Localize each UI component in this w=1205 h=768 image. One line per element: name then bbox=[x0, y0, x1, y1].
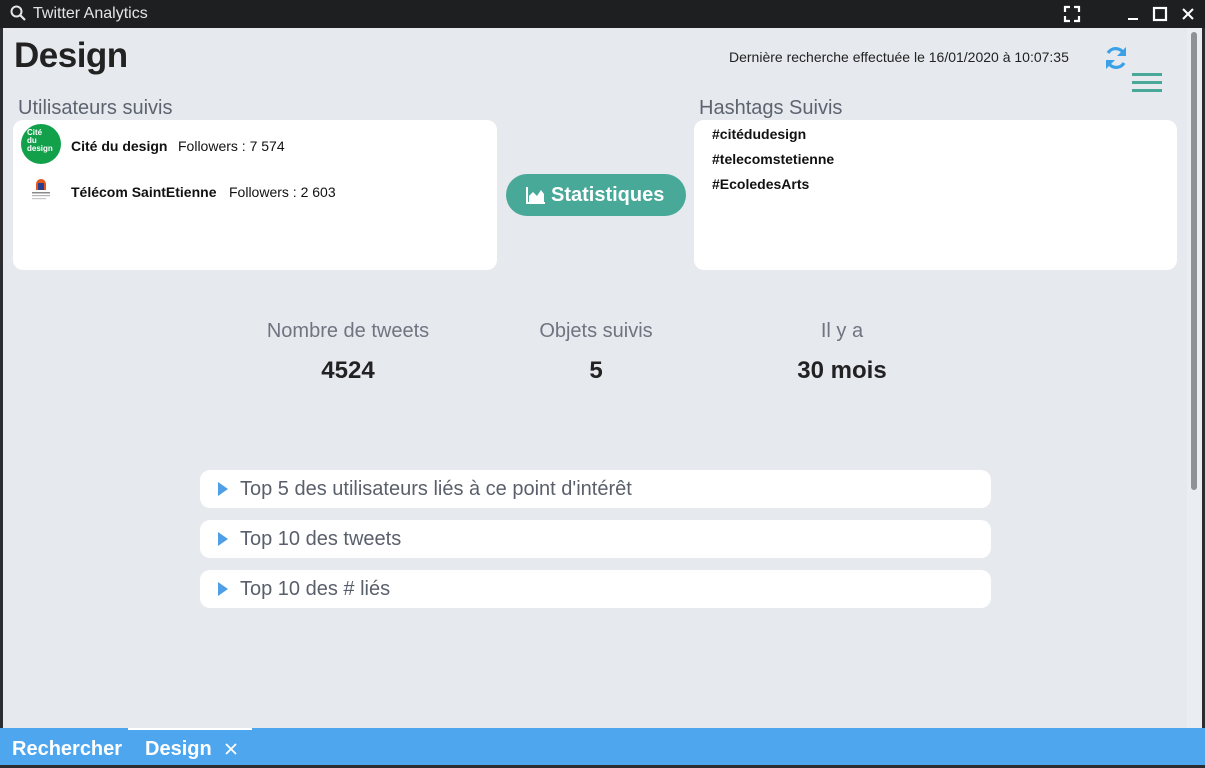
accordion-label: Top 10 des # liés bbox=[240, 578, 391, 600]
close-icon[interactable] bbox=[1178, 4, 1198, 24]
user-followers: Followers : 2 603 bbox=[229, 184, 336, 200]
statistics-button[interactable]: Statistiques bbox=[506, 174, 686, 216]
fullscreen-icon[interactable] bbox=[1062, 4, 1082, 24]
search-icon[interactable] bbox=[10, 5, 26, 21]
tab-label: Design bbox=[145, 738, 212, 760]
user-followers: Followers : 7 574 bbox=[178, 138, 285, 154]
avatar: Cité du design bbox=[21, 124, 61, 164]
window-border bbox=[0, 28, 3, 728]
kpi-objects-label: Objets suivis bbox=[539, 320, 653, 342]
minimize-icon[interactable] bbox=[1123, 4, 1143, 24]
kpi-tweets-value: 4524 bbox=[321, 357, 375, 384]
user-item-telecom-saintetienne[interactable]: Télécom SaintEtienne Followers : 2 603 bbox=[21, 170, 491, 210]
kpi-age-label: Il y a bbox=[820, 320, 864, 342]
accordion-top5-users[interactable]: Top 5 des utilisateurs liés à ce point d… bbox=[200, 470, 991, 508]
window-titlebar: Twitter Analytics bbox=[0, 0, 1205, 28]
expand-arrow-icon bbox=[218, 482, 228, 496]
page-title: Design bbox=[14, 36, 128, 75]
hamburger-menu-icon[interactable] bbox=[1132, 72, 1162, 94]
accordion-label: Top 5 des utilisateurs liés à ce point d… bbox=[240, 478, 632, 500]
avatar-text: design bbox=[27, 144, 53, 153]
user-item-cite-du-design[interactable]: Cité du design Cité du design Followers … bbox=[21, 124, 491, 164]
hashtags-card: #citédudesign #telecomstetienne #Ecolede… bbox=[694, 120, 1177, 270]
statistics-button-label: Statistiques bbox=[551, 184, 665, 206]
users-section-title: Utilisateurs suivis bbox=[18, 97, 173, 119]
scrollbar-thumb[interactable] bbox=[1191, 32, 1197, 490]
tab-label: Rechercher bbox=[12, 738, 123, 760]
refresh-icon[interactable] bbox=[1102, 44, 1130, 72]
hashtags-section-title: Hashtags Suivis bbox=[699, 97, 843, 119]
hashtag-item[interactable]: #citédudesign bbox=[712, 126, 806, 142]
user-name: Cité du design bbox=[71, 138, 168, 154]
hashtag-item[interactable]: #EcoledesArts bbox=[712, 176, 809, 192]
accordion-top10-hashtags[interactable]: Top 10 des # liés bbox=[200, 570, 991, 608]
telecom-logo-icon bbox=[21, 170, 61, 210]
kpi-objects-value: 5 bbox=[589, 357, 603, 384]
kpi-tweets-label: Nombre de tweets bbox=[266, 320, 430, 342]
window-title: Twitter Analytics bbox=[33, 5, 148, 22]
maximize-icon[interactable] bbox=[1150, 4, 1170, 24]
accordion-label: Top 10 des tweets bbox=[240, 528, 402, 550]
hashtag-item[interactable]: #telecomstetienne bbox=[712, 151, 834, 167]
accordion-top10-tweets[interactable]: Top 10 des tweets bbox=[200, 520, 991, 558]
bottom-tab-bar: Rechercher Design bbox=[0, 728, 1205, 768]
user-name: Télécom SaintEtienne bbox=[71, 184, 217, 200]
expand-arrow-icon bbox=[218, 532, 228, 546]
kpi-age-value: 30 mois bbox=[797, 357, 887, 384]
expand-arrow-icon bbox=[218, 582, 228, 596]
close-tab-icon[interactable] bbox=[224, 742, 238, 756]
vertical-scrollbar[interactable] bbox=[1187, 28, 1202, 728]
area-chart-icon bbox=[526, 187, 545, 204]
last-search-timestamp: Dernière recherche effectuée le 16/01/20… bbox=[729, 49, 1069, 65]
users-card: Cité du design Cité du design Followers … bbox=[13, 120, 497, 270]
tab-design[interactable]: Design bbox=[128, 728, 252, 768]
